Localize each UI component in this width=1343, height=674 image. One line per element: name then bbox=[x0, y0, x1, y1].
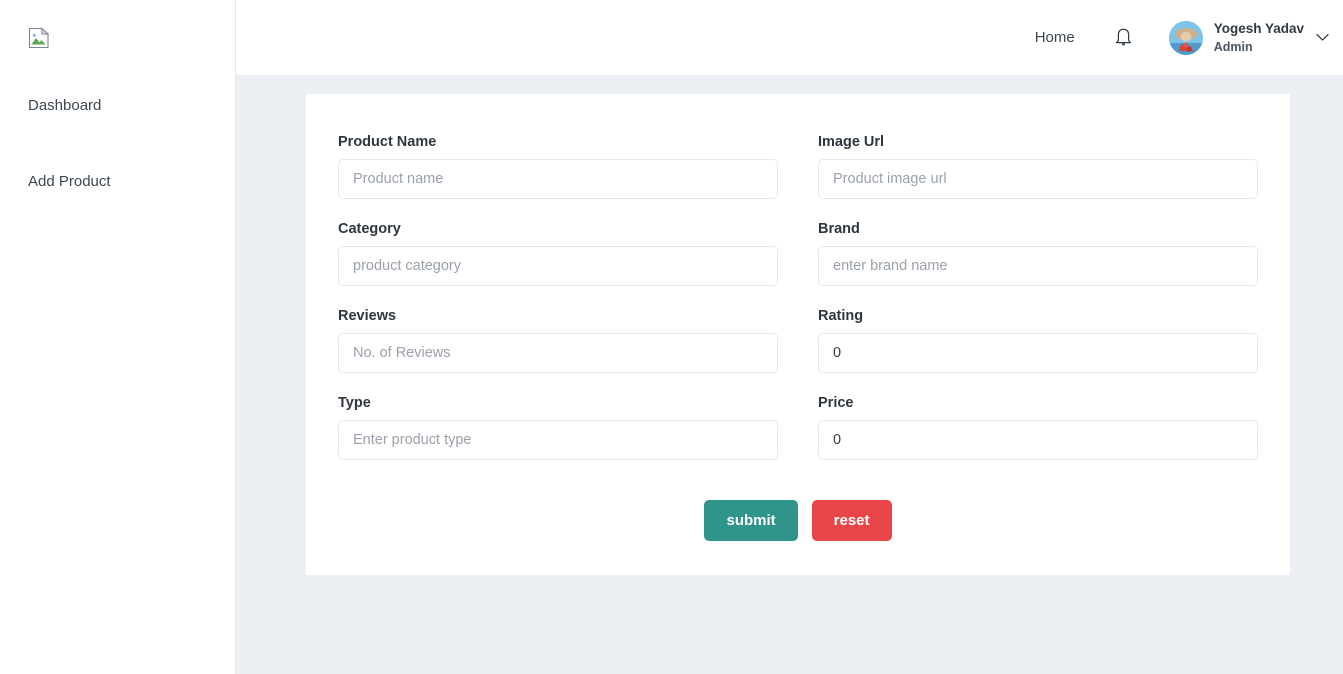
brand-input[interactable] bbox=[818, 246, 1258, 286]
user-menu[interactable]: Yogesh Yadav Admin bbox=[1168, 20, 1329, 55]
field-category: Category bbox=[338, 221, 778, 286]
user-name: Yogesh Yadav bbox=[1213, 21, 1304, 37]
avatar bbox=[1168, 20, 1203, 55]
field-reviews: Reviews bbox=[338, 308, 778, 373]
field-rating: Rating bbox=[818, 308, 1258, 373]
top-navbar: Home Yogesh Yadav Admin bbox=[236, 0, 1343, 76]
chevron-down-icon[interactable] bbox=[1316, 33, 1329, 42]
label-price: Price bbox=[818, 395, 854, 411]
form-actions: submit reset bbox=[338, 500, 1258, 541]
reviews-input[interactable] bbox=[338, 333, 778, 373]
field-product-name: Product Name bbox=[338, 134, 778, 199]
bell-icon bbox=[1116, 28, 1132, 46]
submit-button[interactable]: submit bbox=[704, 500, 798, 541]
sidebar-item-dashboard[interactable]: Dashboard bbox=[0, 86, 235, 126]
sidebar-nav: Dashboard Add Product bbox=[0, 86, 235, 202]
main-area: Home Yogesh Yadav Admin Product Name Pro… bbox=[236, 0, 1343, 674]
user-role: Admin bbox=[1213, 39, 1253, 54]
notifications-button[interactable] bbox=[1109, 23, 1139, 53]
sidebar-item-label: Add Product bbox=[28, 173, 111, 190]
type-input[interactable] bbox=[338, 420, 778, 460]
nav-link-home[interactable]: Home bbox=[1035, 29, 1075, 46]
rating-input[interactable] bbox=[818, 333, 1258, 373]
app-root: Dashboard Add Product Home Yogesh Yadav … bbox=[0, 0, 1343, 674]
sidebar-item-label: Dashboard bbox=[28, 97, 102, 114]
reset-button[interactable]: reset bbox=[811, 500, 892, 541]
field-brand: Brand bbox=[818, 221, 1258, 286]
add-product-card: Product Name Image Url Category Brand bbox=[306, 94, 1290, 575]
label-category: Category bbox=[338, 221, 401, 237]
add-product-form: Product Name Image Url Category Brand bbox=[338, 134, 1258, 482]
sidebar-logo bbox=[28, 27, 50, 49]
label-reviews: Reviews bbox=[338, 308, 397, 324]
sidebar: Dashboard Add Product bbox=[0, 0, 236, 674]
category-input[interactable] bbox=[338, 246, 778, 286]
image-url-input[interactable] bbox=[818, 159, 1258, 199]
label-product-name: Product Name bbox=[338, 134, 437, 150]
sidebar-item-add-product[interactable]: Add Product bbox=[0, 162, 235, 202]
product-name-input[interactable] bbox=[338, 159, 778, 199]
field-image-url: Image Url bbox=[818, 134, 1258, 199]
avatar-image bbox=[1168, 20, 1203, 55]
label-brand: Brand bbox=[818, 221, 860, 237]
label-type: Type bbox=[338, 395, 371, 411]
price-input[interactable] bbox=[818, 420, 1258, 460]
content-area: Product Name Image Url Category Brand bbox=[236, 76, 1343, 674]
user-info: Yogesh Yadav Admin bbox=[1214, 21, 1304, 54]
label-rating: Rating bbox=[818, 308, 864, 324]
field-type: Type bbox=[338, 395, 778, 460]
field-price: Price bbox=[818, 395, 1258, 460]
broken-image-icon bbox=[28, 27, 50, 49]
chevron-down-glyph bbox=[1316, 33, 1329, 41]
label-image-url: Image Url bbox=[818, 134, 885, 150]
